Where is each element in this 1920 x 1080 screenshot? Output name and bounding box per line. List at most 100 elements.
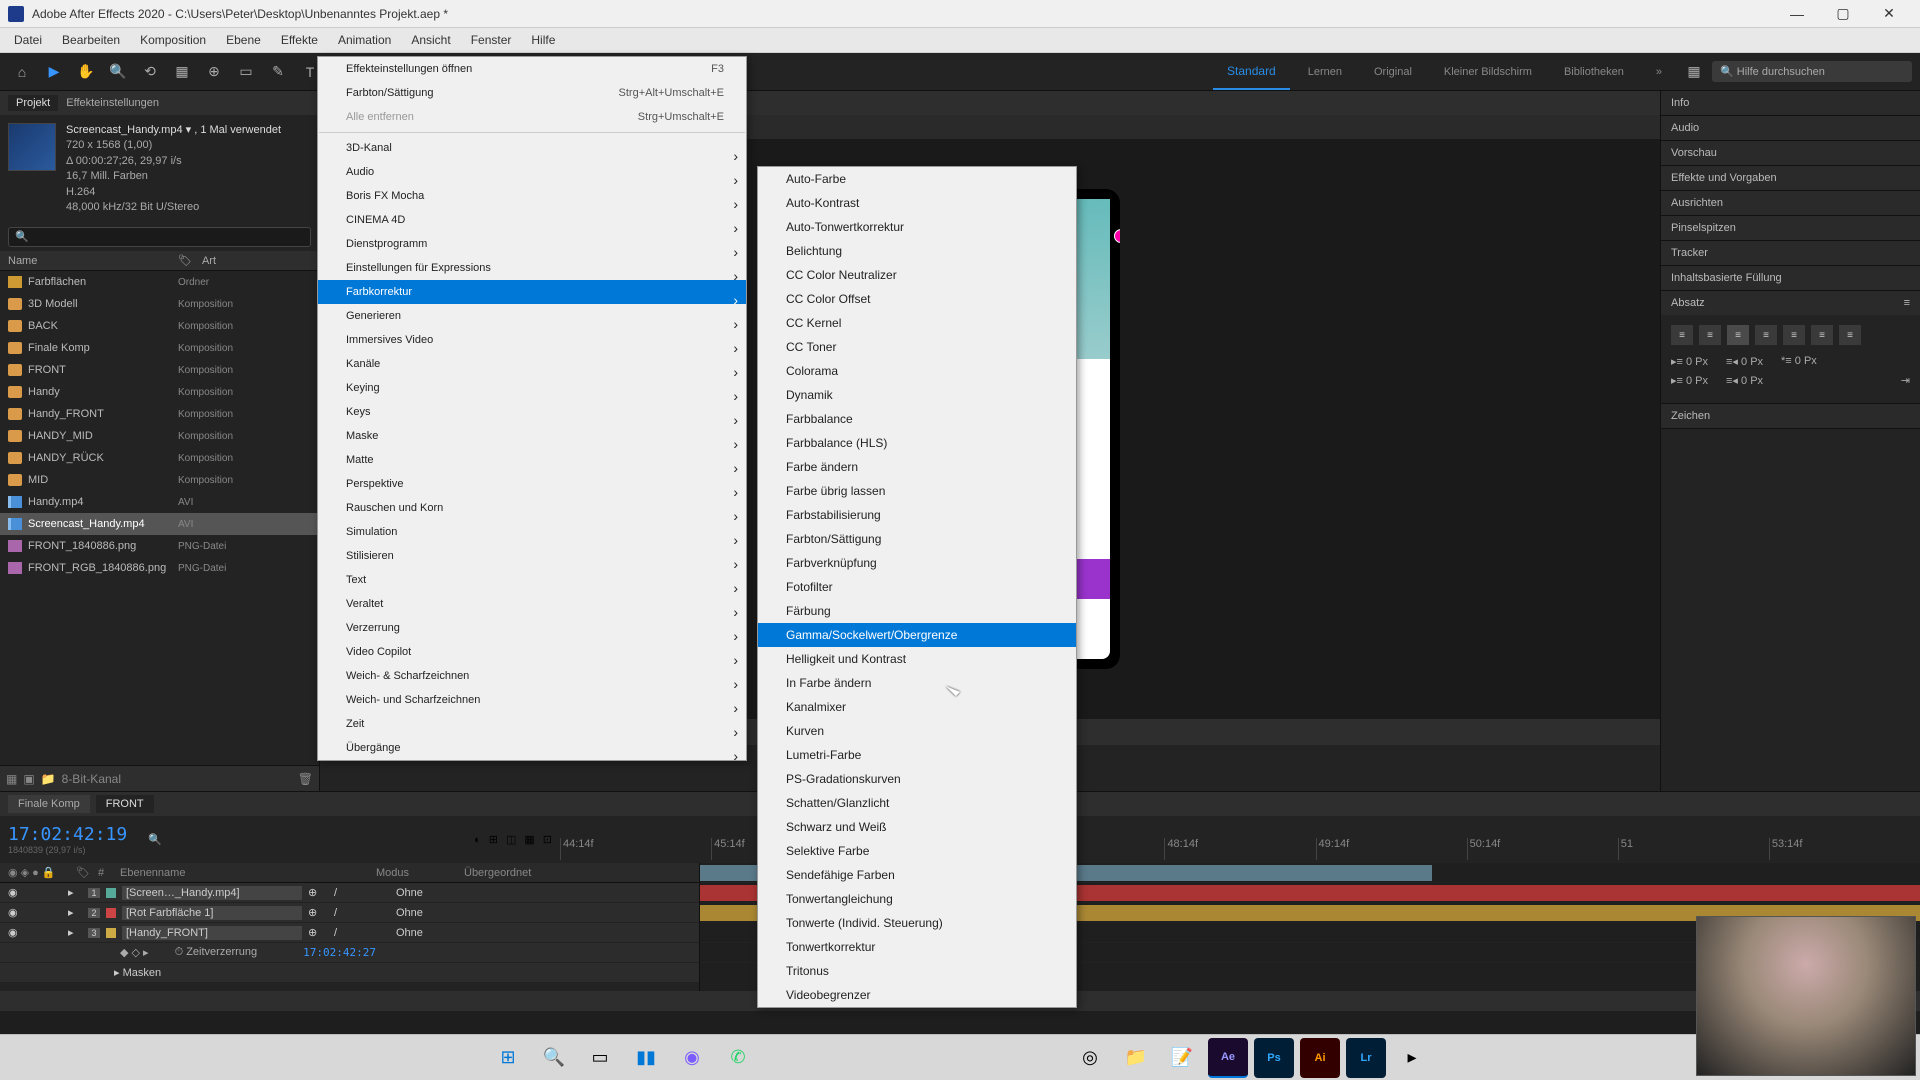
menu-item[interactable]: Effekteinstellungen öffnenF3 (318, 57, 746, 81)
menu-category[interactable]: Weich- & Scharfzeichnen (318, 664, 746, 688)
submenu-item[interactable]: Auto-Farbe (758, 167, 1076, 191)
menu-category[interactable]: Farbkorrektur (318, 280, 746, 304)
zoom-tool-icon[interactable]: 🔍 (104, 58, 132, 86)
timeline-layer-row[interactable]: ◉▸3[Handy_FRONT]⊕/Ohne (0, 923, 699, 943)
submenu-item[interactable]: CC Color Neutralizer (758, 263, 1076, 287)
submenu-item[interactable]: Schatten/Glanzlicht (758, 791, 1076, 815)
taskbar-app-1-icon[interactable]: ▮▮ (626, 1038, 666, 1078)
project-row[interactable]: Handy.mp4AVI (0, 491, 319, 513)
menu-datei[interactable]: Datei (4, 30, 52, 50)
menu-category[interactable]: Kanäle (318, 352, 746, 376)
align-justify-last-center-icon[interactable]: ≡ (1783, 325, 1805, 345)
hand-tool-icon[interactable]: ✋ (72, 58, 100, 86)
submenu-item[interactable]: Tritonus (758, 959, 1076, 983)
photoshop-icon[interactable]: Ps (1254, 1038, 1294, 1078)
submenu-item[interactable]: Farbton/Sättigung (758, 527, 1076, 551)
align-left-icon[interactable]: ≡ (1671, 325, 1693, 345)
lightroom-icon[interactable]: Lr (1346, 1038, 1386, 1078)
tl-tool-5-icon[interactable]: ⊡ (543, 833, 552, 846)
visibility-icon[interactable]: ◉ (8, 886, 22, 899)
submenu-item[interactable]: Farbstabilisierung (758, 503, 1076, 527)
submenu-item[interactable]: Tonwerte (Individ. Steuerung) (758, 911, 1076, 935)
menu-category[interactable]: Video Copilot (318, 640, 746, 664)
panel-inhalt[interactable]: Inhaltsbasierte Füllung (1661, 266, 1920, 290)
menu-hilfe[interactable]: Hilfe (521, 30, 565, 50)
workspace-standard[interactable]: Standard (1213, 53, 1290, 90)
submenu-item[interactable]: Farbbalance (HLS) (758, 431, 1076, 455)
menu-category[interactable]: Simulation (318, 520, 746, 544)
project-search-input[interactable] (8, 227, 311, 247)
submenu-item[interactable]: Farbe ändern (758, 455, 1076, 479)
panel-ausrichten[interactable]: Ausrichten (1661, 191, 1920, 215)
submenu-item[interactable]: CC Toner (758, 335, 1076, 359)
submenu-item[interactable]: Dynamik (758, 383, 1076, 407)
submenu-item[interactable]: Tonwertangleichung (758, 887, 1076, 911)
menu-category[interactable]: Keying (318, 376, 746, 400)
menu-category[interactable]: Veraltet (318, 592, 746, 616)
project-row[interactable]: FarbflächenOrdner (0, 271, 319, 293)
label-color-icon[interactable] (106, 928, 116, 938)
menu-category[interactable]: Generieren (318, 304, 746, 328)
camera-tool-icon[interactable]: ▦ (168, 58, 196, 86)
tl-tool-2-icon[interactable]: ⊞ (489, 833, 498, 846)
tl-tool-1-icon[interactable]: ◐ (474, 834, 481, 846)
workspace-lernen[interactable]: Lernen (1294, 66, 1356, 78)
project-row[interactable]: HANDY_RÜCKKomposition (0, 447, 319, 469)
menu-category[interactable]: Dienstprogramm (318, 232, 746, 256)
project-row[interactable]: HANDY_MIDKomposition (0, 425, 319, 447)
taskbar-app-2-icon[interactable]: ◉ (672, 1038, 712, 1078)
project-row[interactable]: Screencast_Handy.mp4AVI (0, 513, 319, 535)
panel-info[interactable]: Info (1661, 91, 1920, 115)
panel-pinsel[interactable]: Pinselspitzen (1661, 216, 1920, 240)
submenu-item[interactable]: Schwarz und Weiß (758, 815, 1076, 839)
project-list[interactable]: FarbflächenOrdner3D ModellKompositionBAC… (0, 271, 319, 765)
menu-category[interactable]: Immersives Video (318, 328, 746, 352)
project-row[interactable]: Finale KompKomposition (0, 337, 319, 359)
menu-komposition[interactable]: Komposition (130, 30, 216, 50)
panel-tracker[interactable]: Tracker (1661, 241, 1920, 265)
submenu-item[interactable]: Gamma/Sockelwert/Obergrenze (758, 623, 1076, 647)
timeline-search-icon[interactable]: 🔍 (148, 833, 162, 846)
visibility-icon[interactable]: ◉ (8, 926, 22, 939)
timecode-display[interactable]: 17:02:42:19 (8, 824, 132, 845)
submenu-item[interactable]: CC Color Offset (758, 287, 1076, 311)
panel-vorschau[interactable]: Vorschau (1661, 141, 1920, 165)
after-effects-icon[interactable]: Ae (1208, 1038, 1248, 1078)
panel-absatz[interactable]: Absatz ≡ (1661, 291, 1920, 315)
timeline-layer-row[interactable]: ◉▸2[Rot Farbfläche 1]⊕/Ohne (0, 903, 699, 923)
timeline-tab-finale[interactable]: Finale Komp (8, 795, 90, 813)
trash-icon[interactable]: 🗑 (298, 772, 313, 786)
menu-category[interactable]: Keys (318, 400, 746, 424)
align-center-icon[interactable]: ≡ (1699, 325, 1721, 345)
submenu-item[interactable]: PS-Gradationskurven (758, 767, 1076, 791)
menu-category[interactable]: Übergänge (318, 736, 746, 760)
menu-category[interactable]: CINEMA 4D (318, 208, 746, 232)
submenu-item[interactable]: Kurven (758, 719, 1076, 743)
submenu-item[interactable]: Helligkeit und Kontrast (758, 647, 1076, 671)
menu-category[interactable]: Audio (318, 160, 746, 184)
project-row[interactable]: HandyKomposition (0, 381, 319, 403)
menu-category[interactable]: Stilisieren (318, 544, 746, 568)
whatsapp-icon[interactable]: ✆ (718, 1038, 758, 1078)
align-justify-last-right-icon[interactable]: ≡ (1811, 325, 1833, 345)
visibility-icon[interactable]: ◉ (8, 906, 22, 919)
menu-category[interactable]: Text (318, 568, 746, 592)
task-view-icon[interactable]: ▭ (580, 1038, 620, 1078)
workspace-kleiner[interactable]: Kleiner Bildschirm (1430, 66, 1546, 78)
align-right-icon[interactable]: ≡ (1727, 325, 1749, 345)
menu-bearbeiten[interactable]: Bearbeiten (52, 30, 130, 50)
submenu-item[interactable]: Fotofilter (758, 575, 1076, 599)
menu-category[interactable]: Boris FX Mocha (318, 184, 746, 208)
submenu-item[interactable]: Farbbalance (758, 407, 1076, 431)
submenu-item[interactable]: Colorama (758, 359, 1076, 383)
project-row[interactable]: MIDKomposition (0, 469, 319, 491)
submenu-item[interactable]: In Farbe ändern (758, 671, 1076, 695)
menu-category[interactable]: Perspektive (318, 472, 746, 496)
project-row[interactable]: FRONT_RGB_1840886.pngPNG-Datei (0, 557, 319, 579)
obs-icon[interactable]: ◎ (1070, 1038, 1110, 1078)
help-search[interactable]: 🔍 Hilfe durchsuchen (1712, 61, 1912, 82)
menu-category[interactable]: Weich- und Scharfzeichnen (318, 688, 746, 712)
panel-toggle-icon[interactable]: ▦ (1680, 58, 1708, 86)
home-icon[interactable]: ⌂ (8, 58, 36, 86)
project-row[interactable]: FRONT_1840886.pngPNG-Datei (0, 535, 319, 557)
